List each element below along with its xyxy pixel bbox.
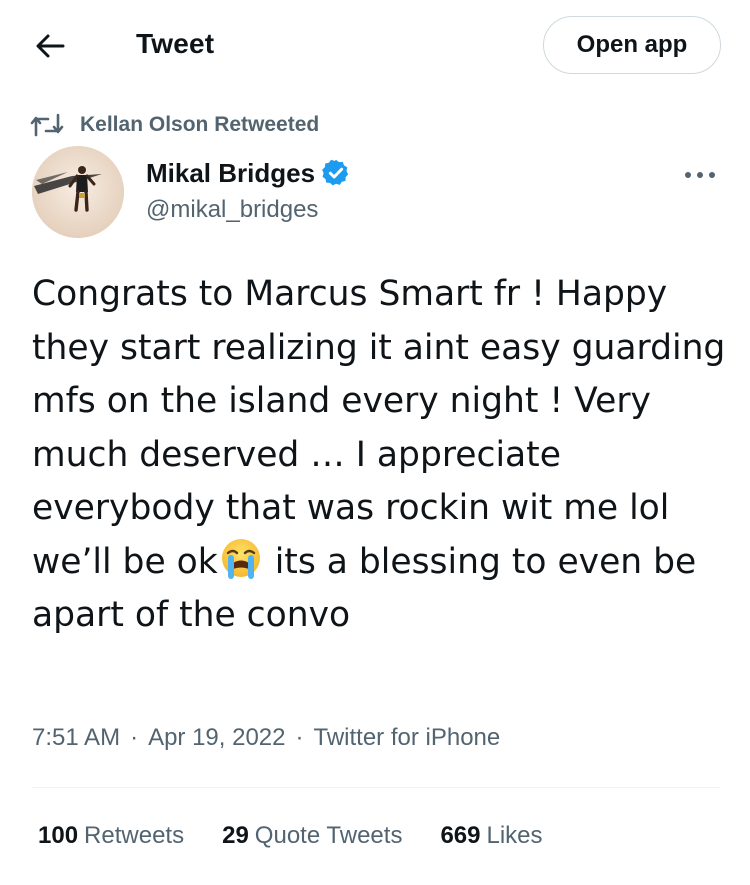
tweet-stats: 100 Retweets 29 Quote Tweets 669 Likes xyxy=(38,822,581,850)
likes-stat[interactable]: 669 Likes xyxy=(440,822,542,850)
retweets-count: 100 xyxy=(38,822,79,849)
retweet-context-label: Kellan Olson Retweeted xyxy=(80,113,320,136)
tweet-source[interactable]: Twitter for iPhone xyxy=(314,724,501,752)
author-name[interactable]: Mikal Bridges xyxy=(146,158,315,189)
tweet-metadata: 7:51 AM · Apr 19, 2022 · Twitter for iPh… xyxy=(32,724,500,752)
tweet-time[interactable]: 7:51 AM xyxy=(32,724,120,752)
tweet-text-part: Congrats to Marcus Smart fr ! Happy they… xyxy=(32,274,726,582)
tweet-text: Congrats to Marcus Smart fr ! Happy they… xyxy=(32,268,732,643)
retweets-label: Retweets xyxy=(84,822,185,849)
divider xyxy=(32,787,720,788)
avatar-image xyxy=(32,146,124,238)
open-app-button[interactable]: Open app xyxy=(543,16,721,74)
top-bar: Tweet Open app xyxy=(0,0,750,92)
author-handle: @mikal_bridges xyxy=(146,196,319,223)
avatar[interactable] xyxy=(32,146,124,238)
likes-count: 669 xyxy=(440,822,481,849)
quote-tweets-label: Quote Tweets xyxy=(254,822,403,849)
verified-badge-icon xyxy=(322,159,349,186)
retweet-icon xyxy=(30,113,64,137)
meta-separator: · xyxy=(295,724,304,751)
tweet-date[interactable]: Apr 19, 2022 xyxy=(148,724,285,752)
back-button[interactable] xyxy=(30,26,70,66)
author-info[interactable]: Mikal Bridges @mikal_bridges xyxy=(146,156,351,224)
retweet-context[interactable]: Kellan Olson Retweeted xyxy=(30,110,319,140)
more-options-button[interactable] xyxy=(680,160,720,190)
quote-tweets-count: 29 xyxy=(222,822,249,849)
more-horizontal-icon xyxy=(685,172,715,178)
meta-separator: · xyxy=(130,724,139,751)
likes-label: Likes xyxy=(486,822,543,849)
loudly-crying-face-icon xyxy=(221,538,260,579)
arrow-left-icon xyxy=(36,34,65,58)
quote-tweets-stat[interactable]: 29 Quote Tweets xyxy=(222,822,402,850)
page-title: Tweet xyxy=(136,28,215,59)
retweets-stat[interactable]: 100 Retweets xyxy=(38,822,184,850)
